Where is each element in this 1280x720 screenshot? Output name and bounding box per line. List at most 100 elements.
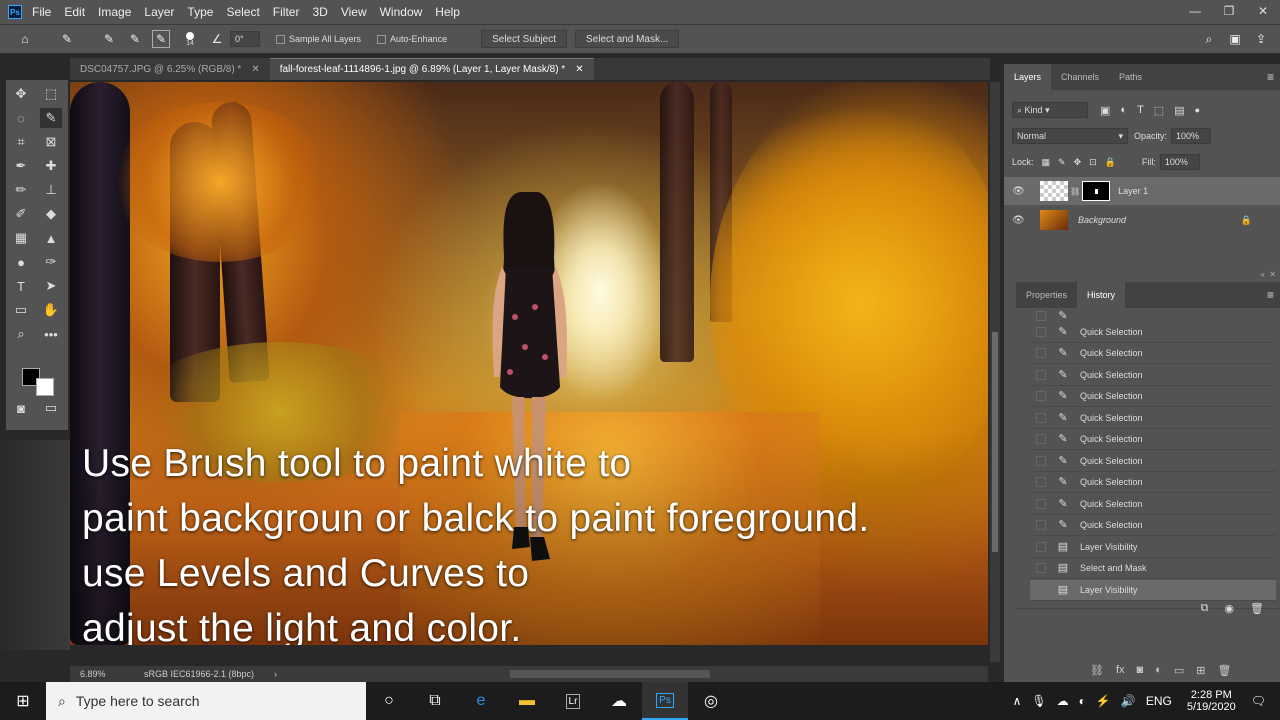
marquee-tool-icon[interactable]: ⬚ [40, 84, 62, 104]
menu-select[interactable]: Select [226, 5, 259, 19]
blend-mode-select[interactable]: Normal ▾ [1012, 128, 1128, 144]
tab-channels[interactable]: Channels [1051, 64, 1109, 90]
rectangle-tool-icon[interactable]: ▭ [10, 300, 32, 320]
history-item[interactable]: ✎ Quick Selection [1030, 322, 1276, 343]
history-item[interactable]: ✎ Quick Selection [1030, 429, 1276, 450]
photos-app-icon[interactable]: ☁ [596, 682, 642, 720]
layer-row-background[interactable]: 👁 Background 🔒 [1004, 206, 1280, 234]
history-item-partial[interactable]: ✎ [1030, 310, 1276, 322]
shape-filter-icon[interactable]: ⬚ [1154, 104, 1164, 117]
lightroom-icon[interactable]: Lr [550, 682, 596, 720]
scroll-thumb[interactable] [992, 332, 998, 552]
menu-help[interactable]: Help [435, 5, 460, 19]
history-item[interactable]: ✎ Quick Selection [1030, 494, 1276, 515]
pen-tool-icon[interactable]: ✑ [40, 252, 62, 272]
snapshot-checkbox[interactable] [1036, 520, 1046, 530]
snapshot-checkbox[interactable] [1036, 348, 1046, 358]
layer-lock-icon[interactable]: 🔒 [1241, 215, 1252, 226]
snapshot-checkbox[interactable] [1036, 563, 1046, 573]
snapshot-checkbox[interactable] [1036, 327, 1046, 337]
menu-layer[interactable]: Layer [144, 5, 174, 19]
history-brush-tool-icon[interactable]: ✐ [10, 204, 32, 224]
sync-icon[interactable]: ◐ [1079, 694, 1086, 708]
notifications-icon[interactable]: 🗨 [1251, 694, 1266, 708]
tab-fall-forest[interactable]: fall-forest-leaf-1114896-1.jpg @ 6.89% (… [269, 58, 594, 80]
snapshot-checkbox[interactable] [1036, 370, 1046, 380]
smart-object-filter-icon[interactable]: ▤ [1174, 104, 1184, 117]
panel-collapse-bar[interactable]: « ✕ [1016, 270, 1280, 282]
adjustment-layer-icon[interactable]: ◐ [1155, 664, 1162, 677]
cortana-icon[interactable]: ○ [366, 682, 412, 720]
close-tab-icon[interactable]: ✕ [251, 64, 259, 75]
menu-view[interactable]: View [341, 5, 367, 19]
minimize-icon[interactable]: — [1178, 0, 1212, 24]
mask-link-icon[interactable]: ⛓ [1070, 187, 1080, 196]
history-item[interactable]: ▤ Select and Mask [1030, 558, 1276, 579]
move-tool-icon[interactable]: ✥ [10, 84, 32, 104]
file-explorer-icon[interactable]: ▬ [504, 682, 550, 720]
menu-image[interactable]: Image [98, 5, 131, 19]
history-item[interactable]: ✎ Quick Selection [1030, 515, 1276, 536]
search-icon[interactable]: ⌕ [1200, 30, 1218, 48]
adjustment-filter-icon[interactable]: ◐ [1120, 104, 1127, 116]
tray-overflow-icon[interactable]: ∧ [1013, 694, 1022, 708]
snapshot-checkbox[interactable] [1036, 477, 1046, 487]
snapshot-checkbox[interactable] [1036, 585, 1046, 595]
select-subject-button[interactable]: Select Subject [481, 30, 568, 48]
menu-3d[interactable]: 3D [312, 5, 327, 19]
history-item[interactable]: ✎ Quick Selection [1030, 408, 1276, 429]
history-item[interactable]: ✎ Quick Selection [1030, 365, 1276, 386]
subtract-from-selection-icon[interactable]: ✎ [152, 30, 170, 48]
snapshot-checkbox[interactable] [1036, 434, 1046, 444]
select-and-mask-button[interactable]: Select and Mask... [575, 30, 680, 48]
zoom-tool-icon[interactable]: ⌕ [10, 324, 32, 344]
visibility-eye-icon[interactable]: 👁 [1012, 186, 1026, 197]
photoshop-taskbar-icon[interactable]: Ps [642, 682, 688, 720]
history-item[interactable]: ▤ Layer Visibility [1030, 537, 1276, 558]
hand-tool-icon[interactable]: ✋ [40, 300, 62, 320]
panel-menu-icon[interactable]: ≡ [1267, 70, 1274, 84]
tab-dsc04757[interactable]: DSC04757.JPG @ 6.25% (RGB/8) * ✕ [70, 58, 270, 80]
dodge-tool-icon[interactable]: ● [10, 252, 32, 272]
menu-file[interactable]: File [32, 5, 51, 19]
link-layers-icon[interactable]: ⛓ [1090, 664, 1104, 677]
close-icon[interactable]: ✕ [1246, 0, 1280, 24]
workspace-icon[interactable]: ▣ [1226, 30, 1244, 48]
quick-mask-icon[interactable]: ◙ [10, 398, 32, 418]
filter-toggle-icon[interactable]: ● [1195, 105, 1200, 115]
layer-filter-select[interactable]: ⌕ Kind ▾ [1012, 102, 1088, 118]
windows-start-icon[interactable]: ⊞ [0, 682, 46, 720]
home-icon[interactable]: ⌂ [16, 30, 34, 48]
restore-icon[interactable]: ❐ [1212, 0, 1246, 24]
history-item[interactable]: ✎ Quick Selection [1030, 386, 1276, 407]
share-icon[interactable]: ⇪ [1252, 30, 1270, 48]
path-selection-tool-icon[interactable]: ➤ [40, 276, 62, 296]
snapshot-checkbox[interactable] [1036, 391, 1046, 401]
delete-layer-icon[interactable]: 🗑 [1217, 664, 1231, 677]
quick-selection-tool-icon[interactable]: ✎ [40, 108, 62, 128]
obs-icon[interactable]: ◎ [688, 682, 734, 720]
clone-stamp-tool-icon[interactable]: ⊥ [40, 180, 62, 200]
group-icon[interactable]: ▭ [1174, 664, 1184, 677]
type-filter-icon[interactable]: T [1137, 104, 1144, 116]
lock-position-icon[interactable]: ✥ [1074, 157, 1082, 168]
brush-size-picker[interactable]: 14 [186, 31, 194, 47]
taskbar-search[interactable]: ⌕ Type here to search [46, 682, 366, 720]
tab-layers[interactable]: Layers [1004, 64, 1052, 90]
history-item[interactable]: ✎ Quick Selection [1030, 343, 1276, 364]
tab-properties[interactable]: Properties [1016, 282, 1077, 308]
crop-tool-icon[interactable]: ⌗ [10, 132, 32, 152]
lock-artboard-icon[interactable]: ⊡ [1089, 157, 1097, 168]
document-canvas[interactable]: Use Brush tool to paint white to paint b… [70, 82, 988, 645]
lock-all-icon[interactable]: 🔒 [1105, 157, 1116, 168]
layer-mask-thumbnail[interactable] [1082, 181, 1111, 201]
delete-state-icon[interactable]: 🗑 [1250, 602, 1264, 615]
menu-filter[interactable]: Filter [273, 5, 300, 19]
fill-input[interactable]: 100% [1159, 154, 1200, 170]
eraser-tool-icon[interactable]: ◆ [40, 204, 62, 224]
snapshot-checkbox[interactable] [1036, 413, 1046, 423]
visibility-eye-icon[interactable]: 👁 [1012, 215, 1026, 226]
screen-mode-icon[interactable]: ▭ [40, 398, 62, 418]
snapshot-checkbox[interactable] [1036, 542, 1046, 552]
gradient-tool-icon[interactable]: ▦ [10, 228, 32, 248]
